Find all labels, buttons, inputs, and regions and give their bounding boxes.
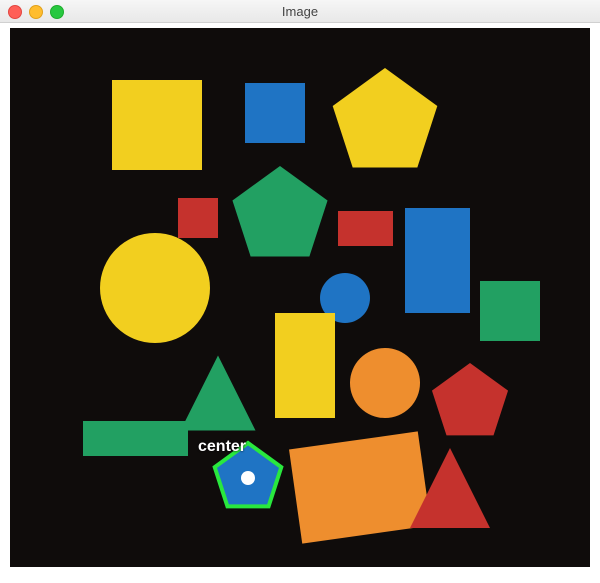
shape-yellow-square-top-left	[112, 80, 202, 170]
shape-blue-pentagon-annotated-center-dot	[241, 471, 255, 485]
shape-yellow-circle-mid-left	[100, 233, 210, 343]
shape-orange-big-rect	[289, 431, 431, 543]
traffic-lights	[8, 5, 64, 19]
image-canvas: center	[10, 28, 590, 567]
shape-blue-tall-rect	[405, 208, 470, 313]
center-label: center	[198, 438, 246, 456]
titlebar: Image	[0, 0, 600, 23]
shape-blue-square-top	[245, 83, 305, 143]
window: Image center	[0, 0, 600, 583]
minimize-icon[interactable]	[29, 5, 43, 19]
shape-orange-circle	[350, 348, 420, 418]
close-icon[interactable]	[8, 5, 22, 19]
shape-red-small-square	[178, 198, 218, 238]
shape-red-small-rect	[338, 211, 393, 246]
maximize-icon[interactable]	[50, 5, 64, 19]
window-title: Image	[282, 4, 318, 19]
image-svg	[10, 28, 590, 567]
shape-green-square-right	[480, 281, 540, 341]
shape-yellow-tall-rect	[275, 313, 335, 418]
shape-green-bar-bottom-left	[83, 421, 188, 456]
